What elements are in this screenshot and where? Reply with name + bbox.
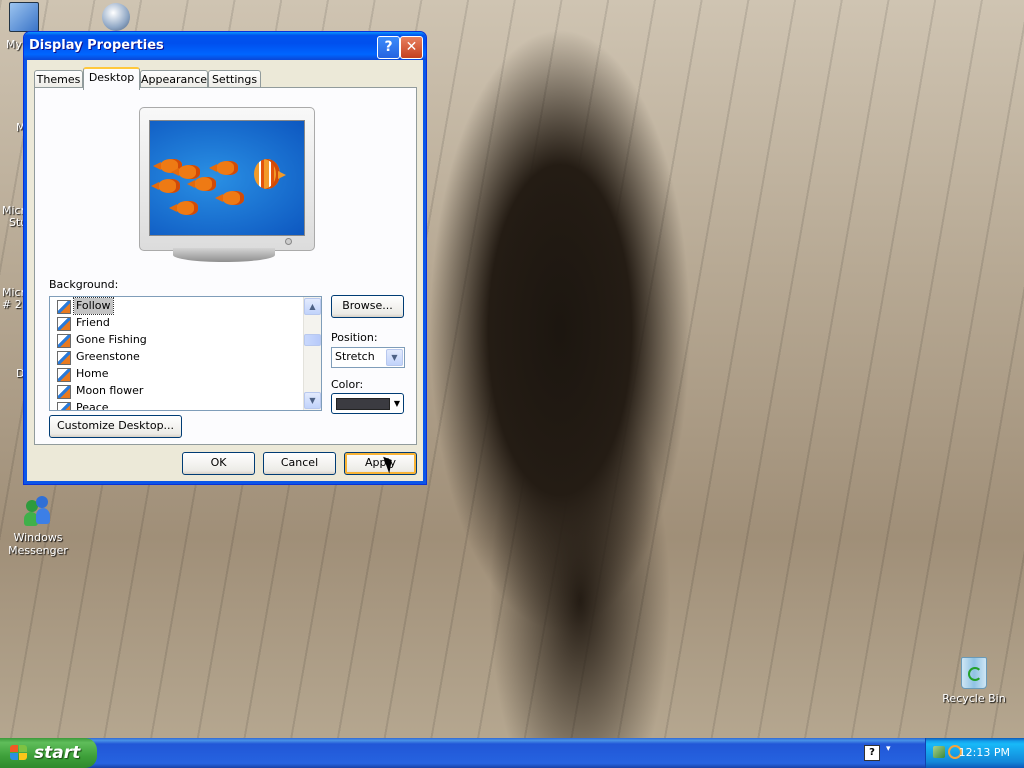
display-properties-window: Display Properties ? ✕ Themes Desktop Ap… <box>23 31 427 485</box>
chevron-down-icon: ▼ <box>393 399 400 408</box>
sound-tray-icon[interactable]: ▾ <box>886 744 896 758</box>
list-item[interactable]: Peace <box>56 400 306 410</box>
recycle-bin-label: Recycle Bin <box>942 692 1006 705</box>
tab-appearance[interactable]: Appearance <box>140 70 208 88</box>
tab-desktop[interactable]: Desktop <box>83 67 140 90</box>
start-button[interactable]: start <box>0 738 97 768</box>
background-listbox[interactable]: Follow Friend Gone Fishing Greenstone Ho… <box>49 296 322 411</box>
help-tray-icon[interactable]: ? <box>864 745 880 761</box>
color-swatch <box>336 398 390 410</box>
windows-flag-icon <box>10 745 28 761</box>
help-button[interactable]: ? <box>377 36 400 59</box>
fish-icon <box>209 161 238 175</box>
recycle-bin-icon <box>961 657 987 689</box>
color-label: Color: <box>331 378 364 391</box>
list-item[interactable]: Moon flower <box>56 383 306 400</box>
listbox-scrollbar[interactable]: ▲ ▼ <box>303 297 321 410</box>
title-bar[interactable]: Display Properties ? ✕ <box>24 32 426 60</box>
position-select[interactable]: Stretch ▼ <box>331 347 405 368</box>
clock[interactable]: 12:13 PM <box>959 746 1010 759</box>
network-tray-icon[interactable] <box>933 746 945 758</box>
image-file-icon <box>57 402 71 410</box>
monitor-stand <box>173 248 275 262</box>
fish-icon <box>215 191 244 205</box>
fish-icon <box>151 179 180 193</box>
system-tray: 12:13 PM <box>925 738 1024 768</box>
image-file-icon <box>57 334 71 348</box>
color-picker-button[interactable]: ▼ <box>331 393 404 414</box>
image-file-icon <box>57 317 71 331</box>
desktop-tab-panel: Background: Follow Friend Gone Fishing G… <box>34 87 417 445</box>
customize-desktop-button[interactable]: Customize Desktop... <box>49 415 182 438</box>
desktop-preview-monitor <box>139 107 315 251</box>
my-computer-label[interactable]: My <box>6 38 22 51</box>
cancel-button[interactable]: Cancel <box>263 452 336 475</box>
close-button[interactable]: ✕ <box>400 36 423 59</box>
network-icon[interactable] <box>102 3 130 31</box>
image-file-icon <box>57 300 71 314</box>
messenger-icon <box>22 496 54 528</box>
scroll-thumb[interactable] <box>304 334 321 346</box>
list-item[interactable]: Gone Fishing <box>56 332 306 349</box>
monitor-led <box>285 238 292 245</box>
browse-button[interactable]: Browse... <box>331 295 404 318</box>
desktop-preview-screen <box>149 120 305 236</box>
fish-icon <box>169 201 198 215</box>
list-item[interactable]: Greenstone <box>56 349 306 366</box>
my-computer-icon <box>9 2 39 32</box>
image-file-icon <box>57 351 71 365</box>
list-item[interactable]: Home <box>56 366 306 383</box>
list-item[interactable]: Follow <box>56 297 306 315</box>
start-label: start <box>34 743 81 763</box>
window-client-area: Themes Desktop Appearance Settings Backg… <box>28 60 422 480</box>
fish-icon <box>187 177 216 191</box>
background-label: Background: <box>49 278 119 291</box>
ok-button[interactable]: OK <box>182 452 255 475</box>
apply-button[interactable]: Apply <box>344 452 417 475</box>
recycle-bin-shortcut[interactable]: Recycle Bin <box>936 657 1012 705</box>
scroll-up-arrow-icon[interactable]: ▲ <box>304 298 321 315</box>
list-item[interactable]: Friend <box>56 315 306 332</box>
desktop-label-partial-5[interactable]: # 2 <box>2 298 22 311</box>
position-value: Stretch <box>335 350 375 363</box>
striped-fish-icon <box>254 159 286 189</box>
scroll-down-arrow-icon[interactable]: ▼ <box>304 392 321 409</box>
windows-messenger-shortcut[interactable]: Windows Messenger <box>0 496 76 557</box>
windows-messenger-label: Windows Messenger <box>8 531 68 557</box>
tab-themes[interactable]: Themes <box>34 70 83 88</box>
image-file-icon <box>57 385 71 399</box>
chevron-down-icon[interactable]: ▼ <box>386 349 403 366</box>
tab-settings[interactable]: Settings <box>208 70 261 88</box>
window-title: Display Properties <box>29 38 164 53</box>
position-label: Position: <box>331 331 378 344</box>
image-file-icon <box>57 368 71 382</box>
fish-icon <box>171 165 200 179</box>
